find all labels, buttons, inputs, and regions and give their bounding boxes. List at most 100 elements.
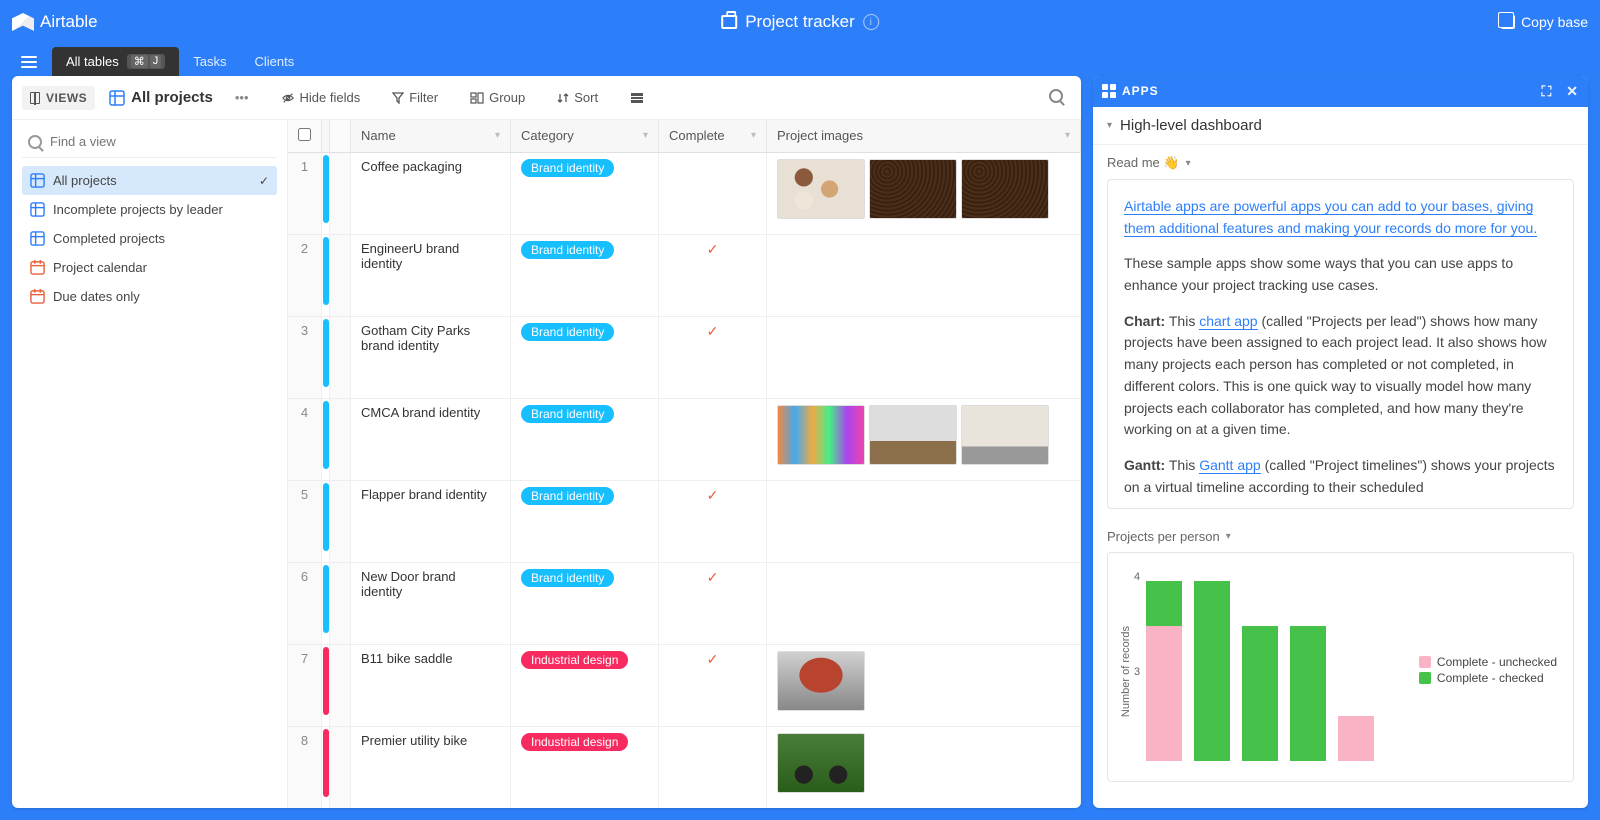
name-cell[interactable]: EngineerU brand identity <box>351 234 511 316</box>
image-thumb[interactable] <box>961 159 1049 219</box>
view-item[interactable]: Due dates only <box>22 282 277 311</box>
row-number[interactable]: 8 <box>288 726 322 808</box>
image-thumb[interactable] <box>869 405 957 465</box>
hide-fields-button[interactable]: Hide fields <box>273 85 369 110</box>
base-title-group[interactable]: Project tracker i <box>721 12 879 32</box>
complete-cell[interactable] <box>659 726 767 808</box>
filter-button[interactable]: Filter <box>384 85 446 110</box>
expand-cell[interactable] <box>330 480 351 562</box>
group-button[interactable]: Group <box>462 85 533 110</box>
images-cell[interactable] <box>767 480 1081 562</box>
menu-button[interactable] <box>14 48 44 76</box>
sort-button[interactable]: Sort <box>549 85 606 110</box>
table-row[interactable]: 1 Coffee packagingBrand identity <box>288 152 1081 234</box>
view-item[interactable]: Incomplete projects by leader <box>22 195 277 224</box>
complete-cell[interactable]: ✓ <box>659 480 767 562</box>
view-menu-icon[interactable]: ••• <box>227 90 257 105</box>
widget-title[interactable]: Projects per person ▾ <box>1107 529 1574 544</box>
name-cell[interactable]: CMCA brand identity <box>351 398 511 480</box>
dashboard-selector[interactable]: ▾ High-level dashboard <box>1093 107 1588 145</box>
complete-cell[interactable]: ✓ <box>659 644 767 726</box>
widget-title[interactable]: Read me 👋 ▾ <box>1107 155 1574 171</box>
image-thumb[interactable] <box>777 651 865 711</box>
expand-cell[interactable] <box>330 152 351 234</box>
records-table[interactable]: Name▾Category▾Complete▾Project images▾ 1… <box>288 120 1081 808</box>
views-button[interactable]: VIEWS <box>22 86 95 110</box>
expand-cell[interactable] <box>330 316 351 398</box>
chevron-down-icon[interactable]: ▾ <box>751 130 756 141</box>
images-cell[interactable] <box>767 316 1081 398</box>
category-cell[interactable]: Brand identity <box>511 316 659 398</box>
expand-cell[interactable] <box>330 562 351 644</box>
complete-cell[interactable]: ✓ <box>659 562 767 644</box>
category-cell[interactable]: Industrial design <box>511 644 659 726</box>
images-cell[interactable] <box>767 644 1081 726</box>
category-cell[interactable]: Brand identity <box>511 398 659 480</box>
image-thumb[interactable] <box>961 405 1049 465</box>
row-number[interactable]: 7 <box>288 644 322 726</box>
close-icon[interactable]: ✕ <box>1566 83 1579 100</box>
images-cell[interactable] <box>767 234 1081 316</box>
table-row[interactable]: 3 Gotham City Parks brand identityBrand i… <box>288 316 1081 398</box>
category-cell[interactable]: Brand identity <box>511 152 659 234</box>
brand-logo[interactable]: Airtable <box>12 12 98 32</box>
table-row[interactable]: 6 New Door brand identityBrand identity✓ <box>288 562 1081 644</box>
find-view[interactable] <box>22 126 277 158</box>
category-cell[interactable]: Industrial design <box>511 726 659 808</box>
table-tab-clients[interactable]: Clients <box>240 47 308 76</box>
column-header[interactable]: Complete▾ <box>659 120 767 152</box>
image-thumb[interactable] <box>777 159 865 219</box>
category-cell[interactable]: Brand identity <box>511 562 659 644</box>
row-number[interactable]: 3 <box>288 316 322 398</box>
image-thumb[interactable] <box>777 733 865 793</box>
complete-cell[interactable]: ✓ <box>659 234 767 316</box>
image-thumb[interactable] <box>777 405 865 465</box>
name-cell[interactable]: Flapper brand identity <box>351 480 511 562</box>
category-cell[interactable]: Brand identity <box>511 480 659 562</box>
select-all-checkbox[interactable] <box>288 120 322 152</box>
name-cell[interactable]: New Door brand identity <box>351 562 511 644</box>
name-cell[interactable]: Coffee packaging <box>351 152 511 234</box>
chart-app-link[interactable]: chart app <box>1199 313 1257 330</box>
name-cell[interactable]: Gotham City Parks brand identity <box>351 316 511 398</box>
view-item[interactable]: Project calendar <box>22 253 277 282</box>
current-view[interactable]: All projects <box>99 89 223 106</box>
expand-cell[interactable] <box>330 726 351 808</box>
find-view-input[interactable] <box>50 134 271 149</box>
table-tab-tasks[interactable]: Tasks <box>179 47 240 76</box>
row-number[interactable]: 4 <box>288 398 322 480</box>
images-cell[interactable] <box>767 562 1081 644</box>
expand-cell[interactable] <box>330 234 351 316</box>
table-row[interactable]: 7 B11 bike saddleIndustrial design✓ <box>288 644 1081 726</box>
column-header[interactable]: Name▾ <box>351 120 511 152</box>
gantt-app-link[interactable]: Gantt app <box>1199 457 1261 474</box>
row-number[interactable]: 2 <box>288 234 322 316</box>
table-row[interactable]: 2 EngineerU brand identityBrand identity✓ <box>288 234 1081 316</box>
complete-cell[interactable] <box>659 398 767 480</box>
category-cell[interactable]: Brand identity <box>511 234 659 316</box>
expand-cell[interactable] <box>330 644 351 726</box>
image-thumb[interactable] <box>869 159 957 219</box>
copy-base-button[interactable]: Copy base <box>1501 14 1588 30</box>
table-row[interactable]: 8Premier utility bikeIndustrial design <box>288 726 1081 808</box>
expand-cell[interactable] <box>330 398 351 480</box>
row-number[interactable]: 6 <box>288 562 322 644</box>
row-number[interactable]: 1 <box>288 152 322 234</box>
chevron-down-icon[interactable]: ▾ <box>643 130 648 141</box>
images-cell[interactable] <box>767 398 1081 480</box>
view-item[interactable]: Completed projects <box>22 224 277 253</box>
complete-cell[interactable] <box>659 152 767 234</box>
chevron-down-icon[interactable]: ▾ <box>1065 130 1070 141</box>
table-row[interactable]: 5Flapper brand identityBrand identity✓ <box>288 480 1081 562</box>
images-cell[interactable] <box>767 152 1081 234</box>
readme-content[interactable]: Airtable apps are powerful apps you can … <box>1107 179 1574 509</box>
chevron-down-icon[interactable]: ▾ <box>495 130 500 141</box>
column-header[interactable]: Category▾ <box>511 120 659 152</box>
table-row[interactable]: 4 CMCA brand identityBrand identity <box>288 398 1081 480</box>
info-icon[interactable]: i <box>863 14 879 30</box>
images-cell[interactable] <box>767 726 1081 808</box>
complete-cell[interactable]: ✓ <box>659 316 767 398</box>
name-cell[interactable]: B11 bike saddle <box>351 644 511 726</box>
table-tab-all[interactable]: All tables ⌘J <box>52 47 179 76</box>
fullscreen-icon[interactable]: ⛶ <box>1541 83 1552 100</box>
